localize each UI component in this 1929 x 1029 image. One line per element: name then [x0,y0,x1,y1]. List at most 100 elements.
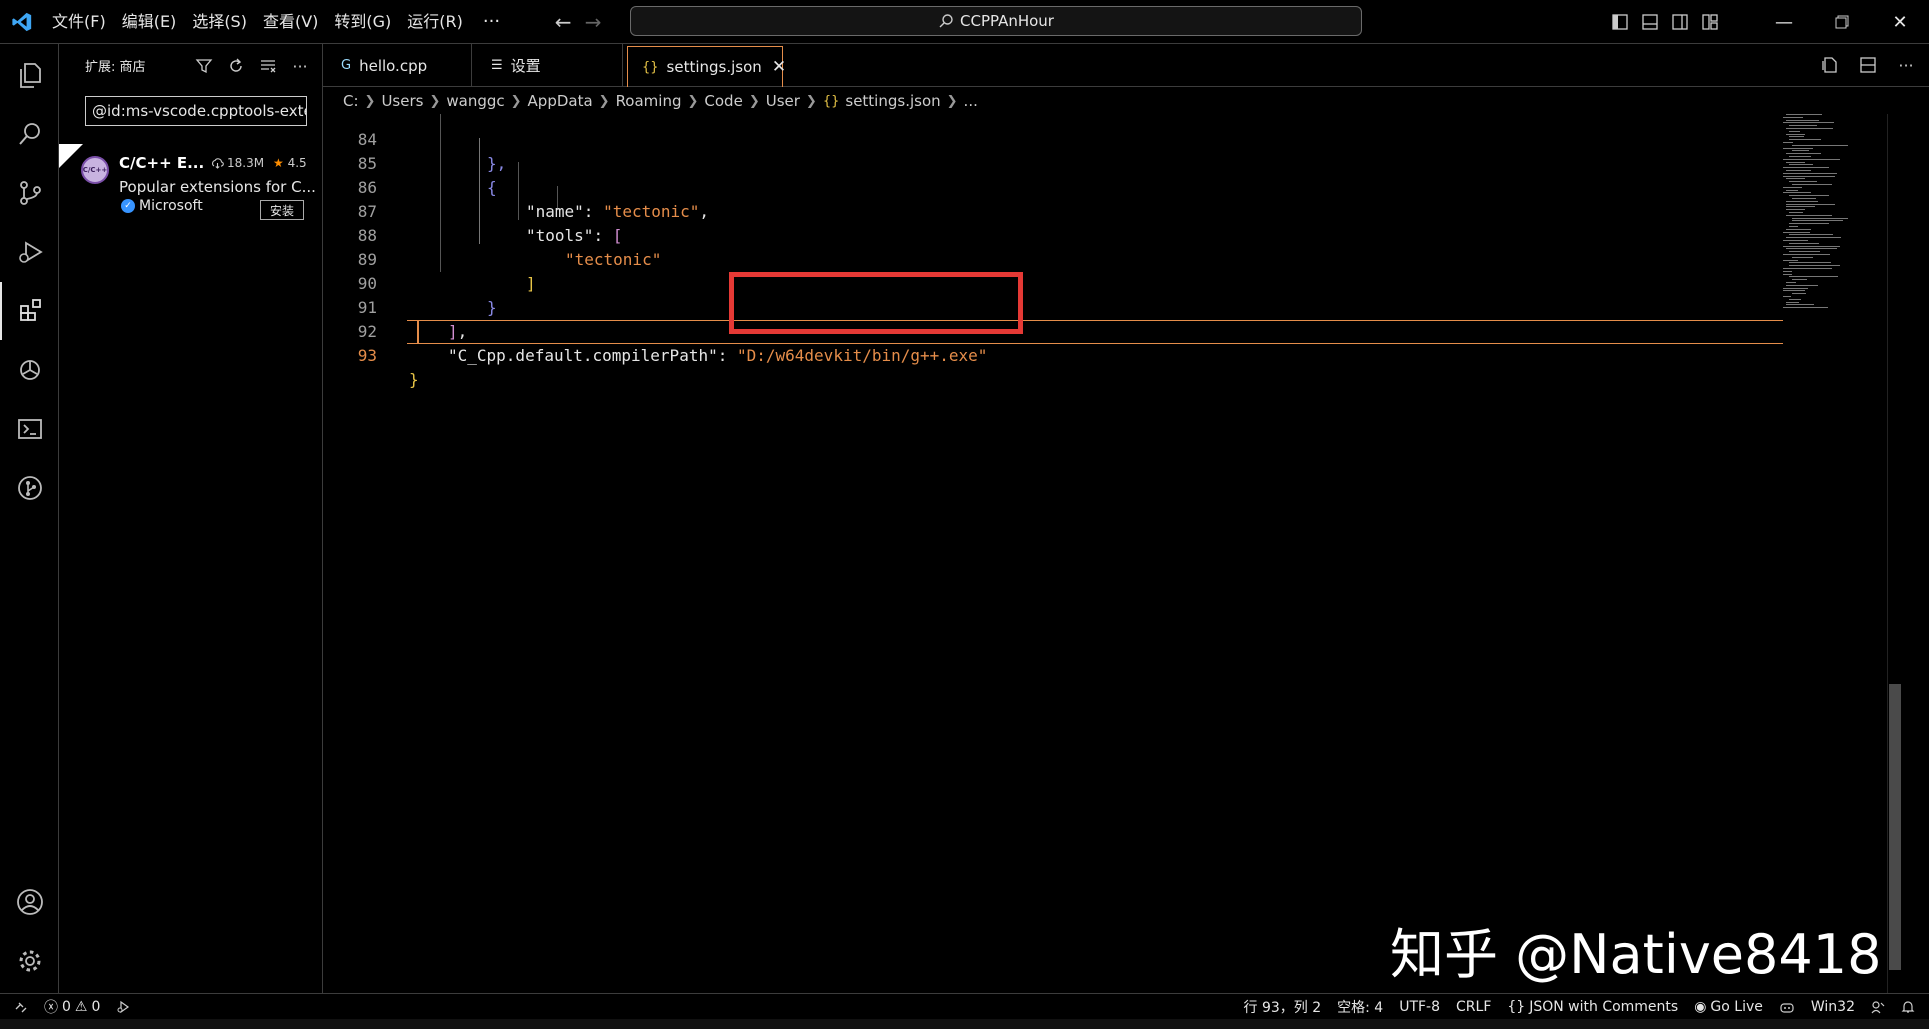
json-key: "C_Cpp.default.compilerPath" [448,346,718,365]
breadcrumb-drive[interactable]: C: [343,92,359,110]
chevron-right-icon: ❯ [805,93,817,109]
breadcrumb-symbol[interactable]: ... [964,92,978,110]
breadcrumb-code[interactable]: Code [704,92,742,110]
menu-view[interactable]: 查看(V) [255,0,326,44]
extension-name: C/C++ E... [119,154,205,172]
minimap-line [1792,144,1848,146]
status-bar: ⓧ 0 ⚠ 0 行 93，列 2 空格: 4 UTF-8 CRLF {} JSO… [0,993,1929,1019]
open-settings-ui-icon[interactable] [1815,50,1845,80]
scrollbar-thumb[interactable] [1889,684,1901,970]
minimap-line [1783,259,1798,261]
run-debug-icon[interactable] [0,223,59,281]
toggle-primary-sidebar-icon[interactable] [1605,7,1635,37]
indentation[interactable]: 空格: 4 [1329,997,1391,1017]
minimap-line [1783,287,1808,289]
breadcrumb-user[interactable]: User [766,92,800,110]
breadcrumb-user-folder[interactable]: wanggc [446,92,504,110]
toggle-panel-icon[interactable] [1635,7,1665,37]
minimap-line [1783,254,1830,255]
tab-label: settings.json [666,58,762,76]
code-editor[interactable]: 84 }, 85 { 86 "name": "tectonic", 87 "to… [323,114,1903,993]
git-graph-icon[interactable] [0,459,59,517]
command-center-search[interactable]: CCPPAnHour [630,6,1362,36]
chevron-right-icon: ❯ [364,93,376,109]
close-window-icon[interactable]: ✕ [1871,0,1929,44]
rating-value: 4.5 [287,156,307,170]
minimap[interactable] [1783,114,1883,314]
menu-selection[interactable]: 选择(S) [184,0,255,44]
line-number: 93 [357,346,377,365]
language-label: JSON with Comments [1529,999,1679,1015]
clear-results-icon[interactable] [254,52,282,80]
minimap-line [1789,262,1831,264]
chevron-right-icon: ❯ [429,93,441,109]
minimap-line [1786,119,1819,121]
manage-gear-icon[interactable] [0,932,59,990]
customize-layout-icon[interactable] [1695,7,1725,37]
minimap-line [1783,147,1813,149]
code-line-84: 84 }, [323,114,1783,173]
minimap-line [1789,212,1803,213]
tab-settings-json[interactable]: {} settings.json ✕ [627,46,786,87]
menu-go[interactable]: 转到(G) [326,0,399,44]
extension-search-input[interactable]: @id:ms-vscode.cpptools-exte [85,96,307,126]
editor-more-actions-icon[interactable]: ··· [1891,50,1921,80]
breadcrumb-roaming[interactable]: Roaming [616,92,682,110]
accounts-icon[interactable] [0,873,59,931]
go-live-label: Go Live [1710,999,1763,1015]
toggle-secondary-sidebar-icon[interactable] [1665,7,1695,37]
filter-icon[interactable] [190,52,218,80]
split-editor-icon[interactable] [1853,50,1883,80]
minimap-line [1789,156,1811,157]
encoding[interactable]: UTF-8 [1391,999,1448,1015]
search-icon[interactable] [0,105,59,163]
copilot-icon[interactable] [1771,1000,1803,1014]
problems-indicator[interactable]: ⓧ 0 ⚠ 0 [36,997,108,1017]
forward-arrow-icon[interactable]: → [578,10,608,34]
restore-icon[interactable] [1813,0,1871,44]
vertical-scrollbar[interactable] [1887,114,1903,993]
close-tab-icon[interactable]: ✕ [772,57,786,77]
explorer-icon[interactable] [0,46,59,104]
settings-list-icon: ☰ [491,58,503,73]
menu-more-button[interactable]: ··· [471,11,512,32]
install-button[interactable]: 安装 [260,200,304,220]
minimize-icon[interactable]: — [1755,0,1813,44]
platform-indicator[interactable]: Win32 [1803,999,1863,1015]
back-arrow-icon[interactable]: ← [548,10,578,34]
go-live-button[interactable]: ◉ Go Live [1686,999,1771,1015]
minimap-line [1786,161,1805,163]
minimap-line [1783,158,1840,160]
breadcrumb-appdata[interactable]: AppData [528,92,593,110]
cursor-position[interactable]: 行 93，列 2 [1236,997,1330,1017]
chatgpt-icon[interactable] [0,341,59,399]
terminal-icon[interactable] [0,400,59,458]
extension-list-item[interactable]: C/C++ C/C++ E... 18.3M ★ 4.5 Popular ext… [59,144,322,220]
menu-edit[interactable]: 编辑(E) [114,0,185,44]
breadcrumb-users[interactable]: Users [381,92,423,110]
minimap-line [1783,307,1828,309]
chevron-right-icon: ❯ [687,93,699,109]
breadcrumb-file[interactable]: settings.json [845,92,940,110]
refresh-icon[interactable] [222,52,250,80]
notifications-bell-icon[interactable] [1893,1000,1929,1014]
more-actions-icon[interactable]: ··· [286,52,314,80]
end-of-line[interactable]: CRLF [1448,999,1499,1015]
json-braces-icon: {} [1507,999,1526,1015]
feedback-icon[interactable] [1863,1000,1893,1014]
language-mode[interactable]: {} JSON with Comments [1499,999,1686,1015]
minimap-line [1783,231,1810,233]
breadcrumb: C: ❯ Users ❯ wanggc ❯ AppData ❯ Roaming ❯ Cod… [323,88,1929,114]
source-control-icon[interactable] [0,164,59,222]
tab-settings-ui[interactable]: ☰ 设置 [473,44,623,87]
tab-hello-cpp[interactable]: G hello.cpp [323,44,472,87]
menu-file[interactable]: 文件(F) [44,0,114,44]
cpp-extension-logo-icon: C/C++ [81,156,109,184]
menu-run[interactable]: 运行(R) [399,0,471,44]
extensions-icon[interactable] [0,282,59,340]
remote-icon[interactable] [0,1000,36,1014]
minimap-line [1783,122,1834,124]
publisher-name: Microsoft [139,198,203,214]
debug-launch-icon[interactable] [108,1000,138,1014]
c-plus-plus-file-icon: G [341,58,352,73]
